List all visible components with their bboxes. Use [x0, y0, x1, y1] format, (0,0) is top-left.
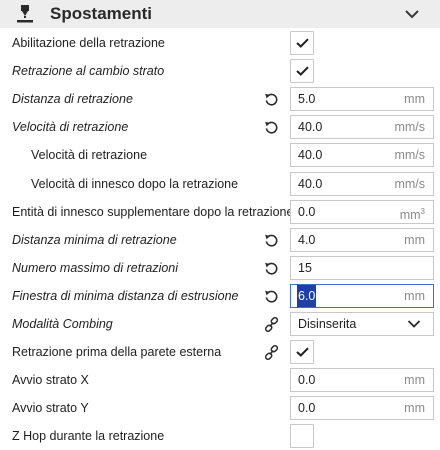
field-unit: mm: [404, 401, 425, 416]
field-value: 4.0: [298, 232, 316, 247]
setting-label: Velocità di retrazione: [12, 120, 129, 135]
link-icon[interactable]: [264, 345, 279, 361]
field-unit: mm/s: [394, 120, 425, 135]
checkmark-icon: [296, 347, 309, 357]
setting-row-entita-di-innesco-supplementare-dopo-la-retrazione: Entità di innesco supplementare dopo la …: [0, 198, 440, 226]
setting-row-velocita-di-innesco-dopo-la-retrazione: Velocità di innesco dopo la retrazione 40…: [0, 170, 440, 198]
checkmark-icon: [296, 38, 309, 48]
setting-checkbox[interactable]: [290, 31, 314, 55]
setting-label: Velocità di innesco dopo la retrazione: [31, 176, 239, 191]
setting-value-field[interactable]: 0.0 mm: [290, 396, 434, 421]
setting-row-retrazione-prima-della-parete-esterna: Retrazione prima della parete esterna: [0, 338, 440, 366]
setting-row-velocita-di-retrazione: Velocità di retrazione 40.0 mm/s: [0, 141, 440, 169]
chevron-down-icon: [407, 320, 421, 328]
setting-row-velocita-di-retrazione: Velocità di retrazione 40.0 mm/s: [0, 113, 440, 141]
field-unit: mm/s: [394, 176, 425, 191]
setting-label: Entità di innesco supplementare dopo la …: [12, 204, 294, 219]
unit-superscript: 3: [420, 206, 425, 216]
setting-label: Avvio strato Y: [12, 401, 89, 416]
field-unit: mm3: [399, 206, 425, 222]
setting-label: Retrazione prima della parete esterna: [12, 345, 222, 360]
field-unit: mm: [404, 288, 425, 303]
setting-dropdown[interactable]: Disinserita: [290, 312, 434, 336]
setting-row-distanza-minima-di-retrazione: Distanza minima di retrazione 4.0 mm: [0, 226, 440, 254]
setting-row-distanza-di-retrazione: Distanza di retrazione 5.0 mm: [0, 85, 440, 113]
dropdown-value: Disinserita: [298, 317, 357, 331]
setting-value-field[interactable]: 40.0 mm/s: [290, 115, 434, 140]
setting-value-field[interactable]: 40.0 mm/s: [290, 143, 434, 168]
travel-nozzle-icon: [17, 5, 33, 23]
reset-icon[interactable]: [264, 261, 279, 276]
setting-row-numero-massimo-di-retrazioni: Numero massimo di retrazioni 15: [0, 254, 440, 282]
setting-row-avvio-strato-y: Avvio strato Y 0.0 mm: [0, 394, 440, 422]
field-value: 6.0: [297, 284, 317, 307]
checkmark-icon: [296, 66, 309, 76]
setting-label: Abilitazione della retrazione: [12, 36, 165, 50]
category-title: Spostamenti: [50, 4, 153, 23]
field-unit: mm: [404, 92, 425, 107]
setting-row-modalita-combing: Modalità Combing Disinserita: [0, 310, 440, 338]
setting-value-field[interactable]: 15: [290, 255, 434, 280]
field-unit: mm/s: [394, 148, 425, 163]
field-value: 5.0: [298, 92, 316, 107]
setting-value-field[interactable]: 5.0 mm: [290, 87, 434, 112]
setting-row-abilitazione-della-retrazione: Abilitazione della retrazione: [0, 29, 440, 57]
reset-icon[interactable]: [264, 92, 279, 107]
setting-label: Avvio strato X: [12, 373, 89, 388]
link-icon[interactable]: [264, 317, 279, 332]
setting-value-field[interactable]: 4.0 mm: [290, 227, 434, 252]
setting-label: Velocità di retrazione: [31, 148, 148, 163]
setting-label: Distanza minima di retrazione: [12, 232, 177, 247]
field-value: 0.0: [298, 401, 316, 416]
setting-checkbox[interactable]: [290, 424, 314, 449]
setting-label: Finestra di minima distanza di estrusion…: [12, 288, 239, 303]
field-unit: mm: [404, 232, 425, 247]
field-value: 15: [298, 260, 312, 275]
reset-icon[interactable]: [264, 120, 279, 135]
field-value: 0.0: [298, 204, 316, 219]
setting-row-avvio-strato-x: Avvio strato X 0.0 mm: [0, 366, 440, 394]
field-value: 0.0: [298, 373, 316, 388]
reset-icon[interactable]: [264, 289, 279, 304]
field-unit: mm: [404, 373, 425, 388]
setting-value-field[interactable]: 0.0 mm3: [290, 199, 434, 224]
setting-row-z-hop-durante-la-retrazione: Z Hop durante la retrazione: [0, 422, 440, 450]
setting-value-field[interactable]: 40.0 mm/s: [290, 171, 434, 196]
setting-label: Z Hop durante la retrazione: [12, 429, 165, 444]
setting-row-finestra-di-minima-distanza-di-estrusione: Finestra di minima distanza di estrusion…: [0, 282, 440, 310]
field-value: 40.0: [298, 176, 323, 191]
setting-value-field[interactable]: 6.0 mm: [290, 283, 434, 308]
field-value: 40.0: [298, 148, 323, 163]
setting-checkbox[interactable]: [290, 59, 314, 84]
setting-value-field[interactable]: 0.0 mm: [290, 368, 434, 393]
setting-label: Numero massimo di retrazioni: [12, 260, 179, 275]
chevron-down-icon[interactable]: [404, 8, 420, 20]
category-header[interactable]: Spostamenti: [0, 0, 440, 28]
setting-row-retrazione-al-cambio-strato: Retrazione al cambio strato: [0, 57, 440, 85]
field-value: 40.0: [298, 120, 323, 135]
setting-label: Distanza di retrazione: [12, 92, 133, 107]
setting-checkbox[interactable]: [290, 340, 314, 365]
setting-label: Modalità Combing: [12, 317, 113, 331]
setting-label: Retrazione al cambio strato: [12, 64, 165, 79]
reset-icon[interactable]: [264, 233, 279, 248]
